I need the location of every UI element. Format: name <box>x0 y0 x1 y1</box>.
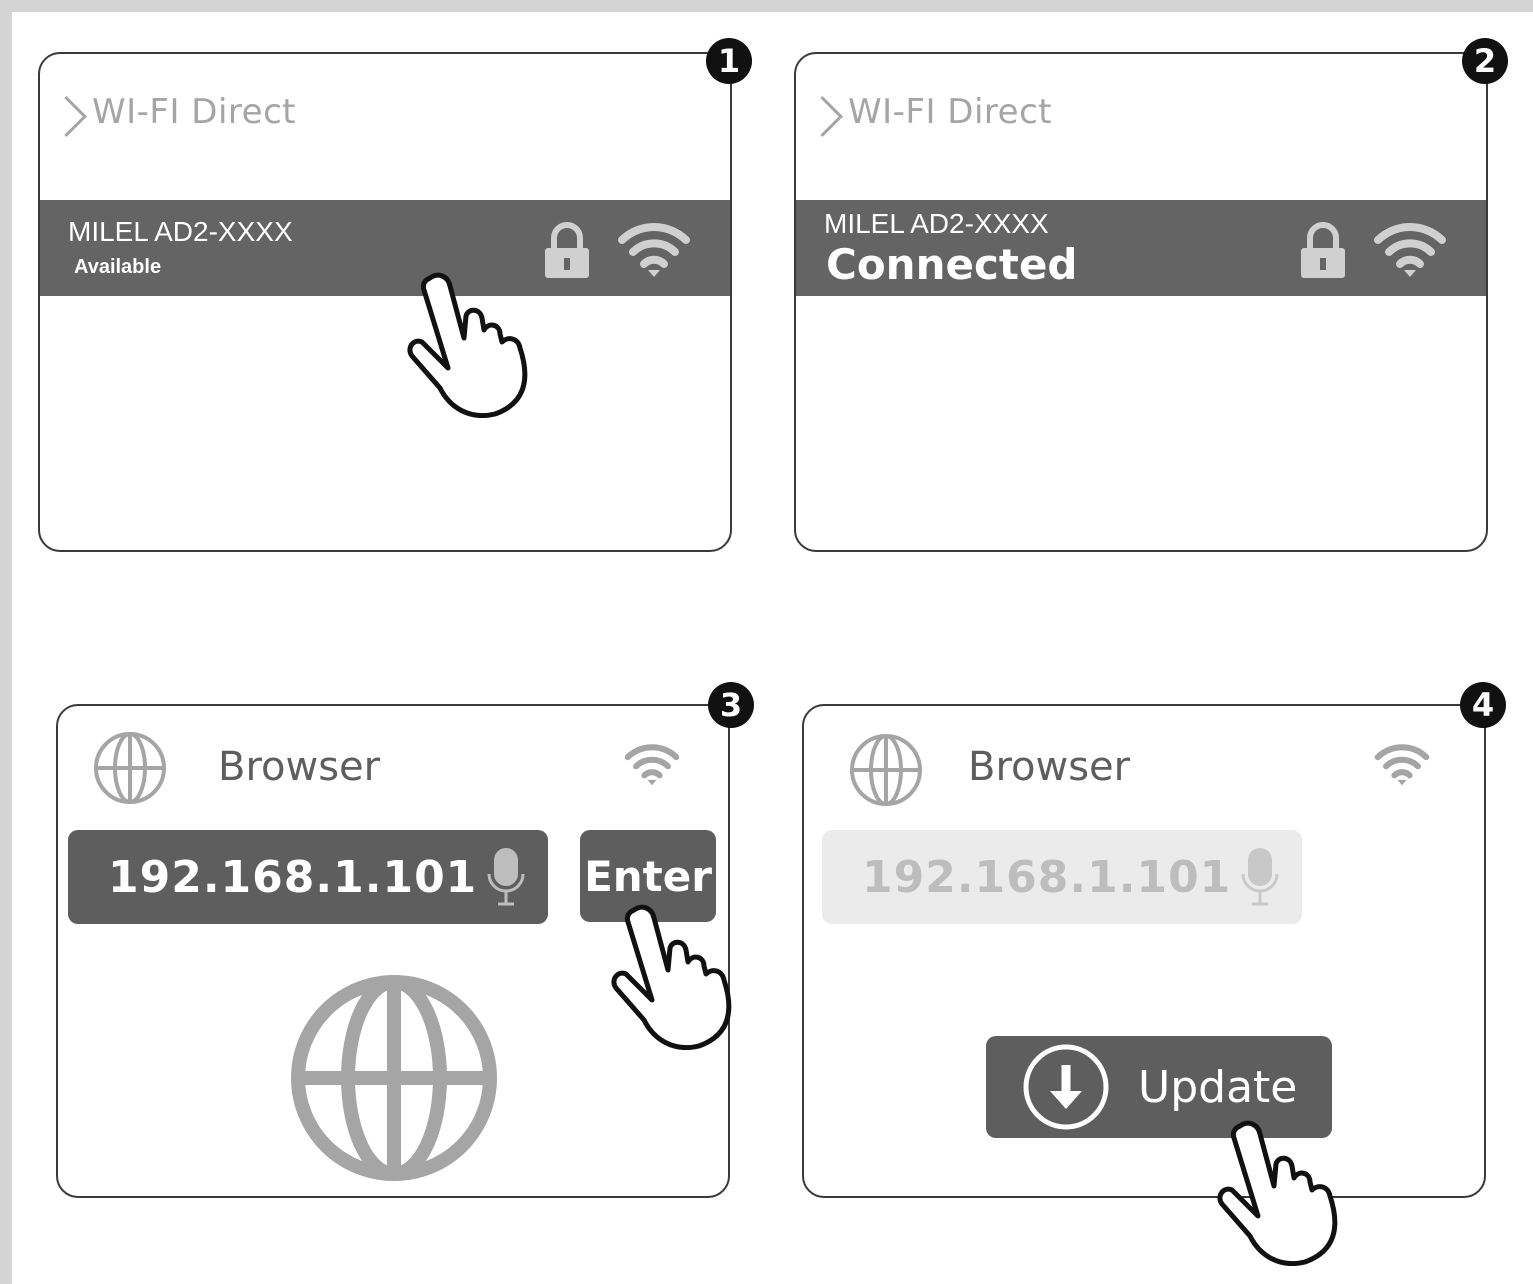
network-name: MILEL AD2-XXXX <box>824 208 1049 239</box>
hand-pointer-icon <box>1217 1120 1338 1266</box>
microphone-icon[interactable] <box>486 846 526 908</box>
url-value: 192.168.1.101 <box>108 851 478 903</box>
network-status: Connected <box>826 240 1078 289</box>
wifi-direct-title: WI-FI Direct <box>92 92 297 132</box>
hand-pointer-icon <box>407 272 528 418</box>
hand-pointer-icon <box>611 904 732 1050</box>
globe-icon <box>291 975 497 1181</box>
download-icon <box>1023 1044 1109 1130</box>
background-strip-top <box>0 0 1533 12</box>
wifi-icon <box>1374 223 1446 277</box>
network-row[interactable]: MILEL AD2-XXXX Available <box>40 200 730 296</box>
background-strip-left <box>0 0 12 1284</box>
globe-icon <box>850 734 922 806</box>
lock-icon <box>1301 222 1345 278</box>
update-button-label: Update <box>1138 1061 1298 1113</box>
enter-button-label: Enter <box>584 851 712 901</box>
step-2-badge: 2 <box>1462 38 1508 84</box>
address-bar[interactable]: 192.168.1.101 <box>822 830 1302 924</box>
network-row[interactable]: MILEL AD2-XXXX Connected <box>796 200 1486 296</box>
wifi-icon <box>624 744 680 786</box>
microphone-icon[interactable] <box>1240 846 1280 908</box>
address-bar[interactable]: 192.168.1.101 <box>68 830 548 924</box>
network-status: Available <box>74 256 162 278</box>
wifi-icon <box>1374 744 1430 786</box>
globe-icon <box>94 732 166 804</box>
browser-title: Browser <box>218 744 381 790</box>
step-4-badge: 4 <box>1460 682 1506 728</box>
step-3-badge: 3 <box>708 682 754 728</box>
network-name: MILEL AD2-XXXX <box>68 216 293 247</box>
browser-title: Browser <box>968 744 1131 790</box>
url-value: 192.168.1.101 <box>862 851 1232 903</box>
wifi-direct-title: WI-FI Direct <box>848 92 1053 132</box>
step-1-badge: 1 <box>706 38 752 84</box>
wifi-icon <box>618 223 690 277</box>
